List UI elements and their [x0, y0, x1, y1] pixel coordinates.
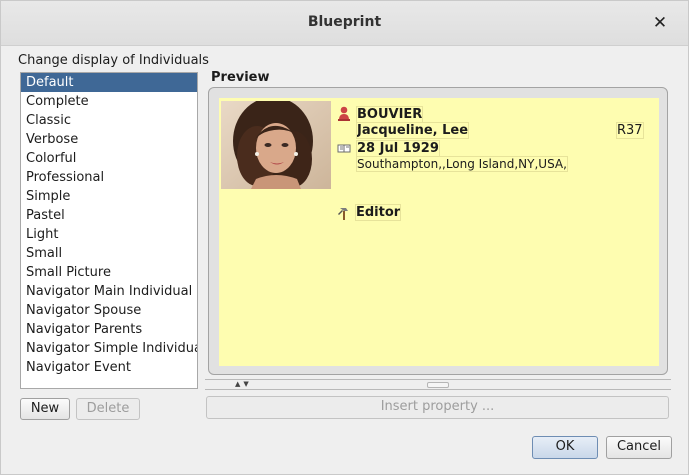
blueprint-list-item[interactable]: Navigator Simple Individual — [21, 339, 197, 358]
blueprint-dialog: Blueprint ✕ Change display of Individual… — [0, 0, 689, 475]
cancel-button[interactable]: Cancel — [606, 436, 672, 459]
blueprint-list[interactable]: Default Complete Classic Verbose Colorful Pro… — [20, 72, 198, 389]
blueprint-list-item[interactable]: Navigator Parents — [21, 320, 197, 339]
individual-given-names: Jacqueline, Lee — [355, 122, 470, 139]
collapse-expand-arrows-icon[interactable]: ▲▼ — [235, 380, 252, 388]
portrait-photo — [221, 101, 331, 189]
preview-panel: BOUVIER Jacqueline, Lee R37 28 Jul 1929 … — [208, 87, 668, 375]
birth-place: Southampton,,Long Island,NY,USA, — [356, 156, 568, 172]
blueprint-list-item[interactable]: Colorful — [21, 149, 197, 168]
blueprint-list-item[interactable]: Navigator Main Individual — [21, 282, 197, 301]
birth-date: 28 Jul 1929 — [356, 140, 440, 157]
preview-heading: Preview — [211, 70, 270, 85]
split-divider[interactable]: ▲▼ — [205, 379, 671, 391]
new-button[interactable]: New — [20, 398, 70, 420]
blueprint-list-item[interactable]: Navigator Event — [21, 358, 197, 377]
blueprint-list-item[interactable]: Pastel — [21, 206, 197, 225]
insert-property-button[interactable]: Insert property ... — [206, 396, 669, 419]
blueprint-list-item[interactable]: Small Picture — [21, 263, 197, 282]
occupation-tools-icon — [337, 206, 353, 222]
occupation: Editor — [354, 204, 402, 221]
blueprint-list-item[interactable]: Verbose — [21, 130, 197, 149]
individual-id: R37 — [616, 122, 644, 139]
blueprint-list-item[interactable]: Light — [21, 225, 197, 244]
drag-grip-icon[interactable] — [427, 382, 449, 388]
blueprint-list-item[interactable]: Classic — [21, 111, 197, 130]
female-person-icon — [337, 106, 353, 122]
close-icon[interactable]: ✕ — [650, 13, 670, 33]
title-bar: Blueprint ✕ — [1, 1, 688, 46]
blueprint-list-item[interactable]: Navigator Spouse — [21, 301, 197, 320]
blueprint-list-item[interactable]: Simple — [21, 187, 197, 206]
individual-surname: BOUVIER — [355, 106, 424, 123]
delete-button[interactable]: Delete — [76, 398, 140, 420]
blueprint-list-item[interactable]: Small — [21, 244, 197, 263]
birth-icon — [337, 142, 353, 156]
window-title: Blueprint — [307, 14, 382, 30]
blueprint-list-item[interactable]: Professional — [21, 168, 197, 187]
blueprint-list-item[interactable]: Complete — [21, 92, 197, 111]
ok-button[interactable]: OK — [532, 436, 598, 459]
list-heading: Change display of Individuals — [18, 53, 209, 68]
blueprint-list-item[interactable]: Default — [21, 73, 197, 92]
preview-area[interactable]: BOUVIER Jacqueline, Lee R37 28 Jul 1929 … — [219, 98, 659, 366]
